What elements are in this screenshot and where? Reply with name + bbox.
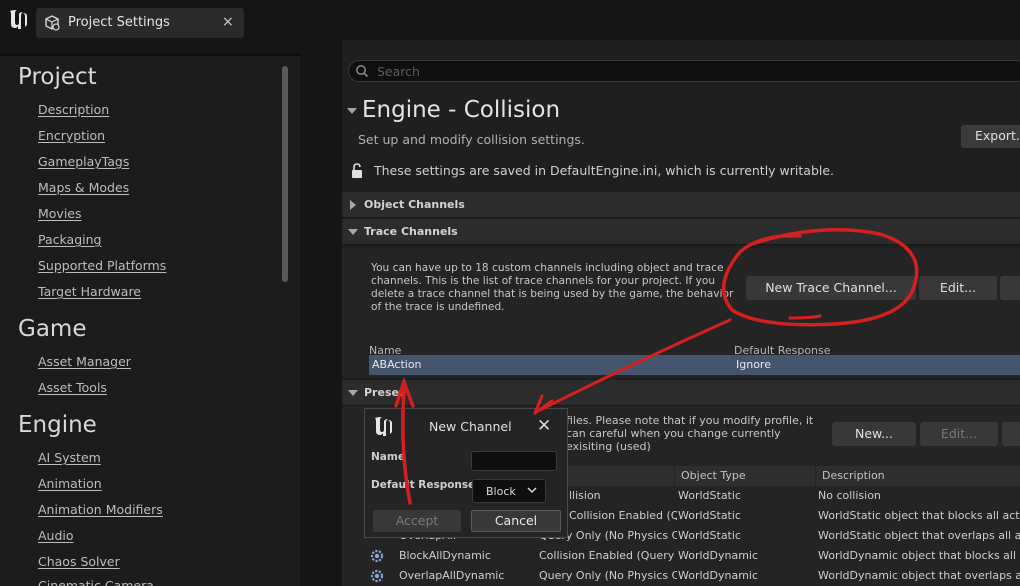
row-description: WorldDynamic object that blocks all acto [818,549,1020,562]
search-icon [356,65,369,78]
delete-trace-channel-button[interactable] [1000,276,1020,300]
nav-item-chaos-solver[interactable]: Chaos Solver [38,554,120,569]
unlocked-icon [352,163,362,178]
chevron-down-icon [527,487,537,494]
nav-section-engine: Engine [18,412,97,438]
default-response-value: Block [486,485,516,498]
row-object-type: WorldStatic [678,529,741,542]
nav-item-animation-modifiers[interactable]: Animation Modifiers [38,502,163,517]
gear-icon [370,569,384,583]
edit-trace-channel-button[interactable]: Edit... [919,276,997,300]
row-collision: Query Only (No Physics Col [539,569,677,582]
new-preset-button[interactable]: New... [832,422,916,446]
cancel-button[interactable]: Cancel [471,510,561,532]
column-header-object-type: Object Type [675,466,815,486]
delete-preset-button[interactable] [1002,422,1020,446]
row-description: WorldStatic object that overlaps all act… [818,529,1020,542]
nav-item-supported-platforms[interactable]: Supported Platforms [38,258,166,273]
nav-section-project: Project [18,64,97,90]
collapse-engine-collision-icon[interactable] [347,108,357,114]
settings-nav-panel: Project Description Encryption GameplayT… [0,54,300,586]
channel-name-input[interactable] [471,451,557,471]
channel-default-response: Ignore [736,358,771,371]
nav-section-game: Game [18,316,87,342]
search-box[interactable] [348,60,1020,82]
page-subtitle: Set up and modify collision settings. [358,132,585,147]
row-object-type: WorldDynamic [678,549,759,562]
unreal-logo-icon [375,417,392,436]
column-header-label: Description [822,469,885,482]
nav-scrollbar[interactable] [282,66,288,282]
new-channel-dialog: New Channel ✕ Name Default Response Bloc… [364,408,568,538]
column-header-label: Object Type [681,469,746,482]
table-row[interactable]: BlockAllDynamic Collision Enabled (Query… [342,546,1020,566]
nav-item-maps-modes[interactable]: Maps & Modes [38,180,129,195]
nav-item-audio[interactable]: Audio [38,528,74,543]
expand-icon [350,200,356,210]
trace-channels-description: You can have up to 18 custom channels in… [371,262,734,313]
preset-description: files. Please note that if you modify pr… [566,414,814,453]
row-description: WorldDynamic object that overlaps all a [818,569,1020,582]
row-name: OverlapAllDynamic [399,569,505,582]
export-button[interactable]: Export... [961,125,1020,148]
row-description: WorldStatic object that blocks all actor… [818,509,1020,522]
close-icon[interactable]: ✕ [537,416,551,436]
category-label: Object Channels [364,198,465,211]
gear-icon [370,549,384,563]
page-title: Engine - Collision [362,97,561,123]
accept-button[interactable]: Accept [373,510,461,532]
row-collision: Collision Enabled (Query an [569,509,677,522]
row-description: No collision [818,489,881,502]
panel-divider [300,40,342,586]
trace-channels-header[interactable]: Trace Channels [342,219,1020,245]
row-collision: Collision Enabled (Query an [539,549,677,562]
collapse-icon [348,390,358,396]
nav-item-encryption[interactable]: Encryption [38,128,105,143]
table-row[interactable]: OverlapAllDynamic Query Only (No Physics… [342,566,1020,586]
edit-preset-button[interactable]: Edit... [920,422,998,446]
settings-cube-icon [45,15,60,31]
row-name: BlockAllDynamic [399,549,491,562]
channel-name: ABAction [372,358,422,371]
category-label: Trace Channels [364,225,458,238]
tab-title: Project Settings [68,15,170,30]
row-collision: llision [569,489,601,502]
tab-close-icon[interactable]: × [222,14,234,30]
row-object-type: WorldStatic [678,509,741,522]
dialog-title-bar[interactable]: New Channel ✕ [365,409,567,445]
object-channels-header[interactable]: Object Channels [342,192,1020,218]
unreal-logo-icon [10,10,27,29]
project-settings-tab[interactable]: Project Settings × [36,8,244,38]
dialog-title: New Channel [429,419,512,434]
title-bar: Project Settings × [0,0,1020,44]
category-label: Preset [364,386,405,399]
collapse-icon [348,229,358,235]
nav-item-target-hardware[interactable]: Target Hardware [38,284,141,299]
nav-item-ai-system[interactable]: AI System [38,450,101,465]
preset-header[interactable]: Preset [342,380,1020,406]
nav-item-asset-tools[interactable]: Asset Tools [38,380,107,395]
nav-item-animation[interactable]: Animation [38,476,102,491]
nav-item-description[interactable]: Description [38,102,109,117]
nav-item-gameplaytags[interactable]: GameplayTags [38,154,129,169]
column-header-description: Description [816,466,1020,486]
default-response-select[interactable]: Block [472,479,546,503]
default-response-label: Default Response [371,479,476,491]
table-row[interactable]: ABAction Ignore [369,355,1020,375]
nav-item-cinematic-camera[interactable]: Cinematic Camera [38,578,154,586]
name-label: Name [371,451,405,463]
row-object-type: WorldDynamic [678,569,759,582]
nav-item-asset-manager[interactable]: Asset Manager [38,354,131,369]
row-object-type: WorldStatic [678,489,741,502]
new-trace-channel-button[interactable]: New Trace Channel... [746,276,916,300]
config-writable-note: These settings are saved in DefaultEngin… [374,163,835,178]
search-input[interactable] [377,62,977,80]
nav-item-movies[interactable]: Movies [38,206,82,221]
nav-item-packaging[interactable]: Packaging [38,232,101,247]
